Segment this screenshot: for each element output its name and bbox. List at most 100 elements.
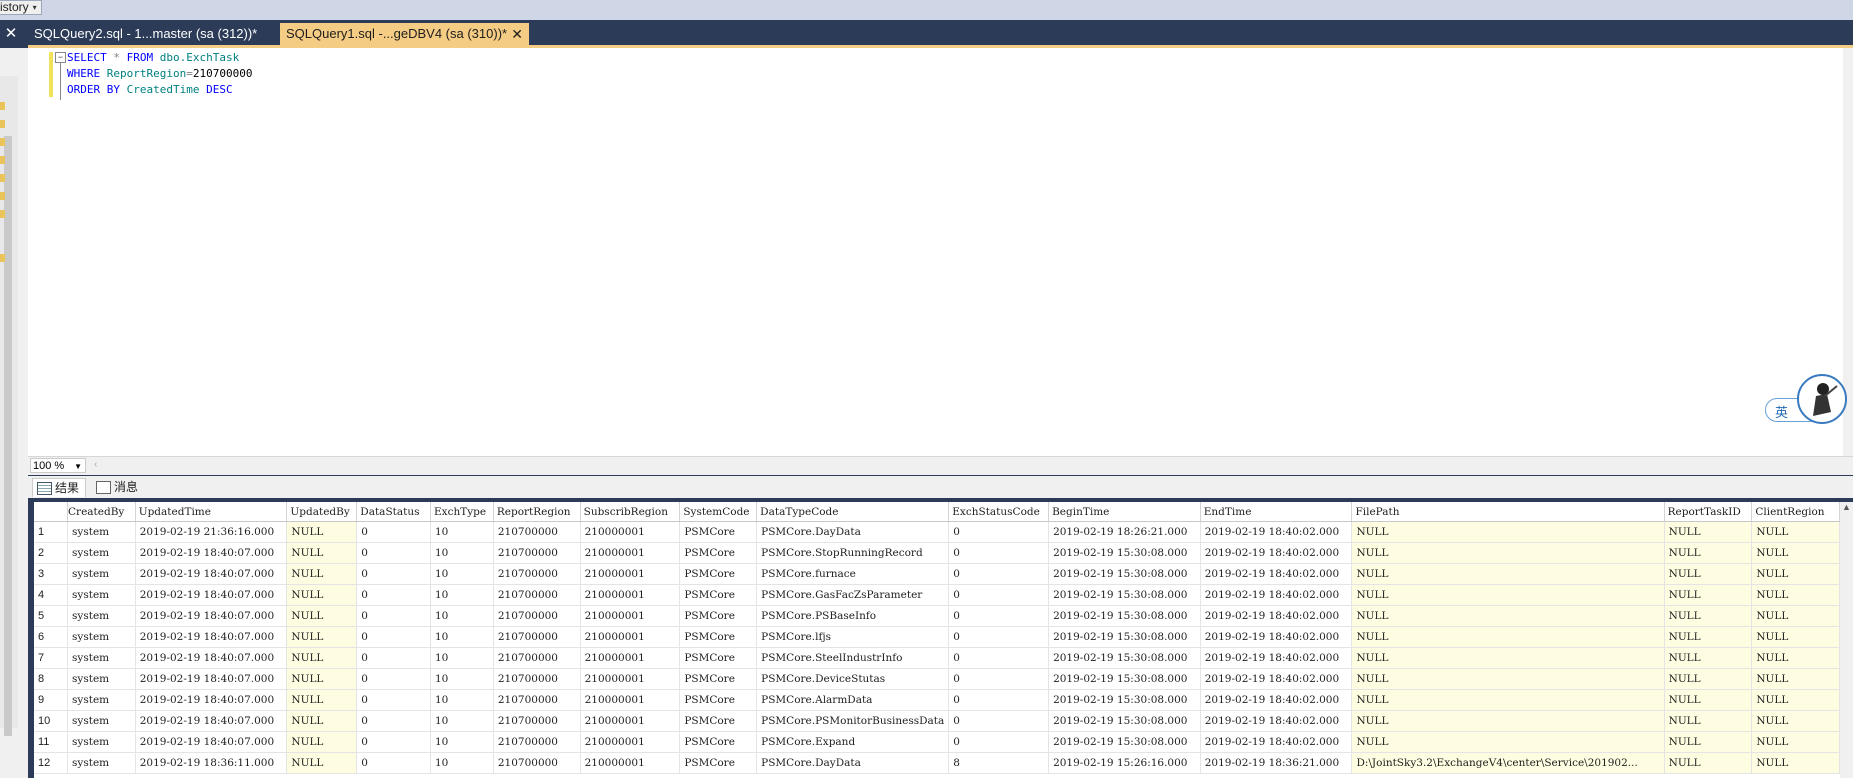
table-cell[interactable]: PSMCore.furnace	[756, 563, 950, 585]
table-cell[interactable]: 2019-02-19 18:40:02.000	[1200, 731, 1353, 753]
table-row[interactable]: 3 system 2019-02-19 18:40:07.000 NULL 0 10 210…	[34, 563, 1840, 585]
table-cell[interactable]: PSMCore	[679, 521, 758, 543]
row-number[interactable]: 11	[34, 731, 69, 753]
table-cell[interactable]: 0	[948, 710, 1050, 732]
table-cell[interactable]: PSMCore.DayData	[756, 752, 950, 774]
dropdown-arrow-icon[interactable]: ▾	[33, 2, 37, 13]
column-header[interactable]: UpdatedBy	[286, 502, 358, 522]
table-cell[interactable]: PSMCore.StopRunningRecord	[756, 542, 950, 564]
column-header[interactable]: SystemCode	[679, 502, 758, 522]
table-cell[interactable]: system	[67, 584, 136, 606]
table-cell[interactable]: NULL	[1351, 710, 1665, 732]
column-header[interactable]: CreatedBy	[67, 502, 136, 522]
table-cell[interactable]: 210700000	[493, 584, 581, 606]
table-cell[interactable]: 0	[948, 731, 1050, 753]
table-cell[interactable]: NULL	[1351, 626, 1665, 648]
table-cell[interactable]: 210000001	[580, 584, 681, 606]
row-number[interactable]: 6	[34, 626, 69, 648]
table-cell[interactable]: NULL	[1664, 626, 1753, 648]
table-cell[interactable]: 210000001	[580, 542, 681, 564]
table-cell[interactable]: PSMCore.SteelIndustrInfo	[756, 647, 950, 669]
table-cell[interactable]: system	[67, 710, 136, 732]
table-cell[interactable]: 10	[430, 689, 494, 711]
row-number[interactable]: 12	[34, 752, 69, 774]
table-cell[interactable]: system	[67, 668, 136, 690]
table-cell[interactable]: PSMCore.DayData	[756, 521, 950, 543]
table-cell[interactable]: 2019-02-19 18:40:07.000	[135, 626, 288, 648]
table-cell[interactable]: 2019-02-19 18:40:02.000	[1200, 626, 1353, 648]
results-grid[interactable]: CreatedBy UpdatedTime UpdatedBy DataStatus E…	[34, 502, 1840, 778]
table-row[interactable]: 8 system 2019-02-19 18:40:07.000 NULL 0 10 210…	[34, 668, 1840, 690]
table-row[interactable]: 5 system 2019-02-19 18:40:07.000 NULL 0 10 210…	[34, 605, 1840, 627]
table-cell[interactable]: 0	[356, 542, 431, 564]
table-cell[interactable]: NULL	[1751, 563, 1840, 585]
table-cell[interactable]: 0	[356, 584, 431, 606]
table-cell[interactable]: 2019-02-19 15:30:08.000	[1048, 563, 1201, 585]
table-cell[interactable]: NULL	[1664, 584, 1753, 606]
row-number[interactable]: 5	[34, 605, 69, 627]
column-header[interactable]: UpdatedTime	[135, 502, 288, 522]
row-number[interactable]: 8	[34, 668, 69, 690]
table-cell[interactable]: 10	[430, 647, 494, 669]
table-cell[interactable]: 210700000	[493, 542, 581, 564]
table-cell[interactable]: PSMCore.lfjs	[756, 626, 950, 648]
table-cell[interactable]: NULL	[286, 752, 358, 774]
table-cell[interactable]: NULL	[1664, 710, 1753, 732]
table-cell[interactable]: PSMCore	[679, 563, 758, 585]
table-cell[interactable]: PSMCore.GasFacZsParameter	[756, 584, 950, 606]
table-cell[interactable]: 0	[356, 626, 431, 648]
table-cell[interactable]: 2019-02-19 18:40:02.000	[1200, 605, 1353, 627]
table-cell[interactable]: NULL	[286, 689, 358, 711]
table-cell[interactable]: NULL	[1751, 542, 1840, 564]
column-header[interactable]: ReportTaskID	[1664, 502, 1753, 522]
zoom-select[interactable]: 100 % ▼	[30, 458, 86, 473]
table-cell[interactable]: 210700000	[493, 647, 581, 669]
row-number[interactable]: 7	[34, 647, 69, 669]
table-cell[interactable]: 10	[430, 731, 494, 753]
table-cell[interactable]: system	[67, 647, 136, 669]
sql-code[interactable]: SELECT * FROM dbo.ExchTask WHERE ReportR…	[67, 48, 252, 98]
table-cell[interactable]: NULL	[1664, 521, 1753, 543]
table-cell[interactable]: NULL	[1664, 647, 1753, 669]
close-icon[interactable]: ✕	[2, 24, 20, 44]
column-header[interactable]: FilePath	[1351, 502, 1665, 522]
table-cell[interactable]: 210000001	[580, 689, 681, 711]
table-cell[interactable]: 210700000	[493, 668, 581, 690]
table-cell[interactable]: 0	[356, 605, 431, 627]
table-cell[interactable]: 210700000	[493, 521, 581, 543]
table-cell[interactable]: 2019-02-19 15:30:08.000	[1048, 542, 1201, 564]
table-cell[interactable]: NULL	[1351, 731, 1665, 753]
row-number[interactable]: 4	[34, 584, 69, 606]
table-cell[interactable]: NULL	[1751, 668, 1840, 690]
row-number[interactable]: 9	[34, 689, 69, 711]
table-cell[interactable]: 0	[356, 521, 431, 543]
table-cell[interactable]: 2019-02-19 15:30:08.000	[1048, 668, 1201, 690]
table-cell[interactable]: 2019-02-19 18:40:07.000	[135, 542, 288, 564]
table-cell[interactable]: 10	[430, 605, 494, 627]
table-cell[interactable]: system	[67, 689, 136, 711]
table-cell[interactable]: PSMCore	[679, 626, 758, 648]
table-cell[interactable]: NULL	[1664, 542, 1753, 564]
table-cell[interactable]: PSMCore.PSMonitorBusinessData	[756, 710, 950, 732]
table-cell[interactable]: 2019-02-19 18:40:07.000	[135, 584, 288, 606]
table-cell[interactable]: 10	[430, 521, 494, 543]
table-cell[interactable]: 2019-02-19 18:40:07.000	[135, 563, 288, 585]
table-cell[interactable]: PSMCore.DeviceStutas	[756, 668, 950, 690]
column-header[interactable]: ExchType	[430, 502, 494, 522]
table-row[interactable]: 10 system 2019-02-19 18:40:07.000 NULL 0 10 21…	[34, 710, 1840, 732]
table-cell[interactable]: NULL	[286, 542, 358, 564]
table-cell[interactable]: 210700000	[493, 605, 581, 627]
table-cell[interactable]: 0	[948, 521, 1050, 543]
table-row[interactable]: 12 system 2019-02-19 18:36:11.000 NULL 0 10 21…	[34, 752, 1840, 774]
table-cell[interactable]: 0	[948, 563, 1050, 585]
table-cell[interactable]: NULL	[1351, 542, 1665, 564]
table-cell[interactable]: NULL	[1751, 752, 1840, 774]
table-cell[interactable]: NULL	[1664, 563, 1753, 585]
table-cell[interactable]: system	[67, 605, 136, 627]
column-header[interactable]: ReportRegion	[493, 502, 581, 522]
row-number[interactable]: 2	[34, 542, 69, 564]
table-cell[interactable]: PSMCore.AlarmData	[756, 689, 950, 711]
table-cell[interactable]: NULL	[1351, 689, 1665, 711]
table-cell[interactable]: NULL	[286, 584, 358, 606]
table-cell[interactable]: 210000001	[580, 647, 681, 669]
